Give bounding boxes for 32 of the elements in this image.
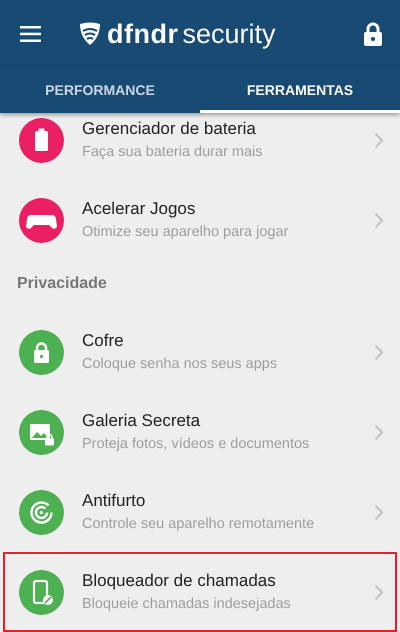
item-title: Galeria Secreta (82, 410, 202, 431)
list-item[interactable]: Acelerar Jogos Otimize seu aparelho para jogar (0, 180, 400, 260)
item-subtitle: Coloque senha nos seus apps (82, 356, 278, 374)
item-subtitle: Otimize seu aparelho para jogar (82, 224, 290, 242)
item-title: Acelerar Jogos (82, 198, 196, 219)
menu-icon[interactable] (20, 26, 41, 42)
list-item[interactable]: Galeria Secreta Proteja fotos, vídeos e documentos (0, 392, 400, 472)
shield-icon (79, 22, 101, 46)
chevron-icon (374, 212, 384, 228)
list-item[interactable]: Cofre Coloque senha nos seus apps (0, 312, 400, 392)
item-title: Cofre (82, 330, 125, 351)
chevron-icon (374, 132, 384, 148)
list-item[interactable]: Gerenciador de bateria Faça sua bateria durar mais (0, 113, 400, 180)
brand-name: dfndr (107, 18, 178, 51)
item-subtitle: Bloqueie chamadas indesejadas (82, 596, 292, 614)
lock-icon[interactable] (364, 22, 382, 46)
item-subtitle: Controle seu aparelho remotamente (82, 516, 316, 534)
brand-name: security (182, 18, 276, 51)
item-title: Bloqueador de chamadas (82, 570, 277, 591)
tab[interactable]: PERFORMANCE (0, 68, 200, 113)
chevron-icon (374, 504, 384, 520)
item-title: Antifurto (82, 490, 146, 511)
chevron-icon (374, 584, 384, 600)
list-item[interactable]: Bloqueador de chamadas Bloqueie chamadas indesejadas (3, 552, 397, 632)
chevron-icon (374, 424, 384, 440)
list-item[interactable]: Antifurto Controle seu aparelho remotamente (0, 472, 400, 552)
tab[interactable]: FERRAMENTAS (200, 68, 400, 113)
item-title: Gerenciador de bateria (82, 118, 257, 139)
section-header: Privacidade (17, 275, 107, 292)
chevron-icon (374, 344, 384, 360)
item-subtitle: Faça sua bateria durar mais (82, 144, 264, 162)
item-subtitle: Proteja fotos, vídeos e documentos (82, 436, 310, 454)
